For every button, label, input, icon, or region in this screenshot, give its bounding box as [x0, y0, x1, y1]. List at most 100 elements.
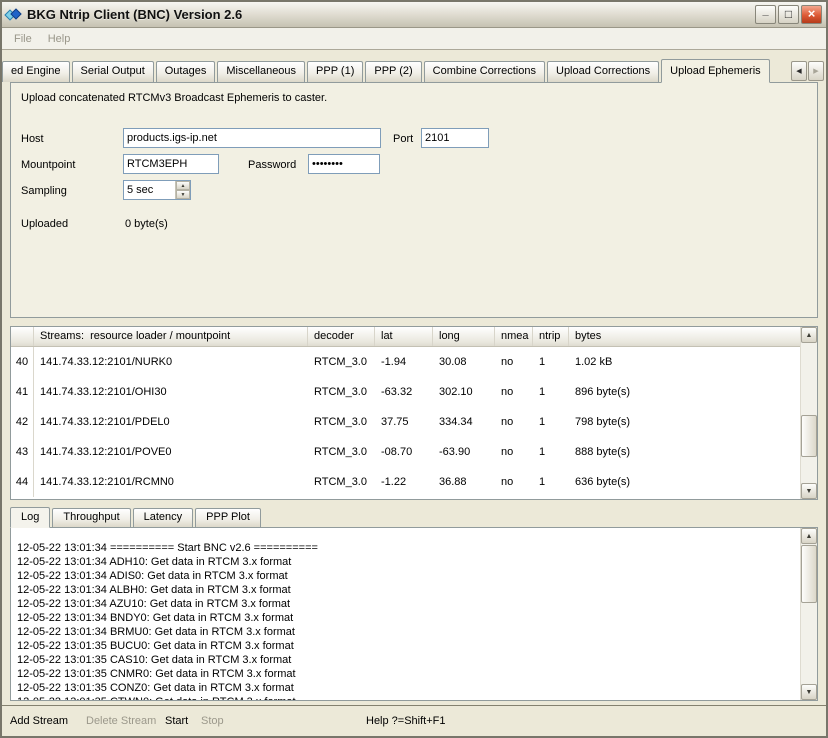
table-row[interactable]: 44 141.74.33.12:2101/RCMN0 RTCM_3.0 -1.2… [11, 467, 800, 497]
mountpoint-cell[interactable]: 141.74.33.12:2101/POVE0 [34, 446, 308, 458]
log-line: 12-05-22 13:01:34 ADH10: Get data in RTC… [17, 555, 796, 569]
row-number-cell[interactable]: 43 [11, 437, 34, 467]
log-line: 12-05-22 13:01:35 BUCU0: Get data in RTC… [17, 639, 796, 653]
tab-log[interactable]: Log [10, 507, 50, 528]
ntrip-cell[interactable]: 1 [533, 476, 569, 488]
delete-stream-button[interactable]: Delete Stream [86, 715, 156, 727]
nmea-cell[interactable]: no [495, 476, 533, 488]
nmea-column-header[interactable]: nmea [495, 327, 533, 346]
tab-scroll-left-button[interactable]: ◀ [791, 61, 807, 81]
decoder-cell[interactable]: RTCM_3.0 [308, 416, 375, 428]
add-stream-button[interactable]: Add Stream [10, 715, 68, 727]
start-button[interactable]: Start [165, 715, 188, 727]
log-scrollbar[interactable]: ▲ ▼ [800, 528, 817, 700]
lat-cell[interactable]: -63.32 [375, 386, 433, 398]
tab-combine-corrections[interactable]: Combine Corrections [424, 61, 545, 82]
decoder-cell[interactable]: RTCM_3.0 [308, 386, 375, 398]
tab-outages[interactable]: Outages [156, 61, 216, 82]
log-panel[interactable]: 12-05-22 13:01:34 ========== Start BNC v… [10, 527, 818, 701]
sampling-spinner[interactable]: ▲ ▼ [123, 180, 191, 200]
bytes-cell[interactable]: 1.02 kB [569, 356, 800, 368]
ntrip-cell[interactable]: 1 [533, 356, 569, 368]
nmea-cell[interactable]: no [495, 446, 533, 458]
tab-ppp-plot[interactable]: PPP Plot [195, 508, 261, 527]
decoder-column-header[interactable]: decoder [308, 327, 375, 346]
bytes-cell[interactable]: 896 byte(s) [569, 386, 800, 398]
ntrip-column-header[interactable]: ntrip [533, 327, 569, 346]
uploaded-value: 0 byte(s) [125, 218, 168, 230]
stop-button[interactable]: Stop [201, 715, 224, 727]
long-cell[interactable]: 302.10 [433, 386, 495, 398]
decoder-cell[interactable]: RTCM_3.0 [308, 476, 375, 488]
panel-description: Upload concatenated RTCMv3 Broadcast Eph… [21, 92, 327, 104]
ntrip-cell[interactable]: 1 [533, 386, 569, 398]
table-row[interactable]: 43 141.74.33.12:2101/POVE0 RTCM_3.0 -08.… [11, 437, 800, 467]
nmea-cell[interactable]: no [495, 416, 533, 428]
log-scroll-down-button[interactable]: ▼ [801, 684, 817, 700]
nmea-cell[interactable]: no [495, 386, 533, 398]
table-scroll-up-button[interactable]: ▲ [801, 327, 817, 343]
long-cell[interactable]: 30.08 [433, 356, 495, 368]
bytes-cell[interactable]: 888 byte(s) [569, 446, 800, 458]
menu-help[interactable]: Help [40, 30, 79, 48]
table-row[interactable]: 41 141.74.33.12:2101/OHI30 RTCM_3.0 -63.… [11, 377, 800, 407]
tab-ppp-1[interactable]: PPP (1) [307, 61, 363, 82]
row-number-cell[interactable]: 40 [11, 347, 34, 377]
row-number-cell[interactable]: 44 [11, 467, 34, 497]
mountpoint-cell[interactable]: 141.74.33.12:2101/NURK0 [34, 356, 308, 368]
row-number-cell[interactable]: 42 [11, 407, 34, 437]
mountpoint-cell[interactable]: 141.74.33.12:2101/OHI30 [34, 386, 308, 398]
decoder-cell[interactable]: RTCM_3.0 [308, 356, 375, 368]
maximize-button[interactable]: □ [778, 5, 799, 24]
log-scroll-up-button[interactable]: ▲ [801, 528, 817, 544]
sampling-up-button[interactable]: ▲ [176, 181, 190, 190]
host-input[interactable] [123, 128, 381, 148]
lat-cell[interactable]: -1.94 [375, 356, 433, 368]
mountpoint-input[interactable] [123, 154, 219, 174]
lat-cell[interactable]: -08.70 [375, 446, 433, 458]
tab-miscellaneous[interactable]: Miscellaneous [217, 61, 305, 82]
titlebar[interactable]: BKG Ntrip Client (BNC) Version 2.6 _ □ × [2, 2, 826, 28]
tab-ppp-2[interactable]: PPP (2) [365, 61, 421, 82]
table-scroll-thumb[interactable] [801, 415, 817, 457]
tab-feed-engine[interactable]: ed Engine [2, 61, 70, 82]
log-scroll-thumb[interactable] [801, 545, 817, 603]
sampling-down-button[interactable]: ▼ [176, 190, 190, 199]
mountpoint-cell[interactable]: 141.74.33.12:2101/PDEL0 [34, 416, 308, 428]
port-input[interactable] [421, 128, 489, 148]
main-tab-bar: ed Engine Serial Output Outages Miscella… [2, 58, 826, 82]
lat-column-header[interactable]: lat [375, 327, 433, 346]
table-scroll-down-button[interactable]: ▼ [801, 483, 817, 499]
menu-file[interactable]: File [6, 30, 40, 48]
bytes-cell[interactable]: 636 byte(s) [569, 476, 800, 488]
nmea-cell[interactable]: no [495, 356, 533, 368]
long-cell[interactable]: -63.90 [433, 446, 495, 458]
long-cell[interactable]: 334.34 [433, 416, 495, 428]
password-input[interactable] [308, 154, 380, 174]
table-scrollbar[interactable]: ▲ ▼ [800, 327, 817, 499]
tab-serial-output[interactable]: Serial Output [72, 61, 154, 82]
sampling-value[interactable] [124, 181, 175, 199]
bottom-tab-bar: Log Throughput Latency PPP Plot [10, 506, 818, 527]
tab-upload-corrections[interactable]: Upload Corrections [547, 61, 659, 82]
minimize-button[interactable]: _ [755, 5, 776, 24]
row-number-cell[interactable]: 41 [11, 377, 34, 407]
tab-latency[interactable]: Latency [133, 508, 194, 527]
lat-cell[interactable]: -1.22 [375, 476, 433, 488]
ntrip-cell[interactable]: 1 [533, 416, 569, 428]
streams-column-header[interactable]: Streams: resource loader / mountpoint [34, 327, 308, 346]
table-row[interactable]: 42 141.74.33.12:2101/PDEL0 RTCM_3.0 37.7… [11, 407, 800, 437]
close-button[interactable]: × [801, 5, 822, 24]
decoder-cell[interactable]: RTCM_3.0 [308, 446, 375, 458]
bytes-cell[interactable]: 798 byte(s) [569, 416, 800, 428]
long-column-header[interactable]: long [433, 327, 495, 346]
ntrip-cell[interactable]: 1 [533, 446, 569, 458]
tab-throughput[interactable]: Throughput [52, 508, 130, 527]
tab-scroll-right-button[interactable]: ▶ [808, 61, 824, 81]
lat-cell[interactable]: 37.75 [375, 416, 433, 428]
long-cell[interactable]: 36.88 [433, 476, 495, 488]
bytes-column-header[interactable]: bytes [569, 327, 800, 346]
tab-upload-ephemeris[interactable]: Upload Ephemeris [661, 59, 770, 83]
table-row[interactable]: 40 141.74.33.12:2101/NURK0 RTCM_3.0 -1.9… [11, 347, 800, 377]
mountpoint-cell[interactable]: 141.74.33.12:2101/RCMN0 [34, 476, 308, 488]
